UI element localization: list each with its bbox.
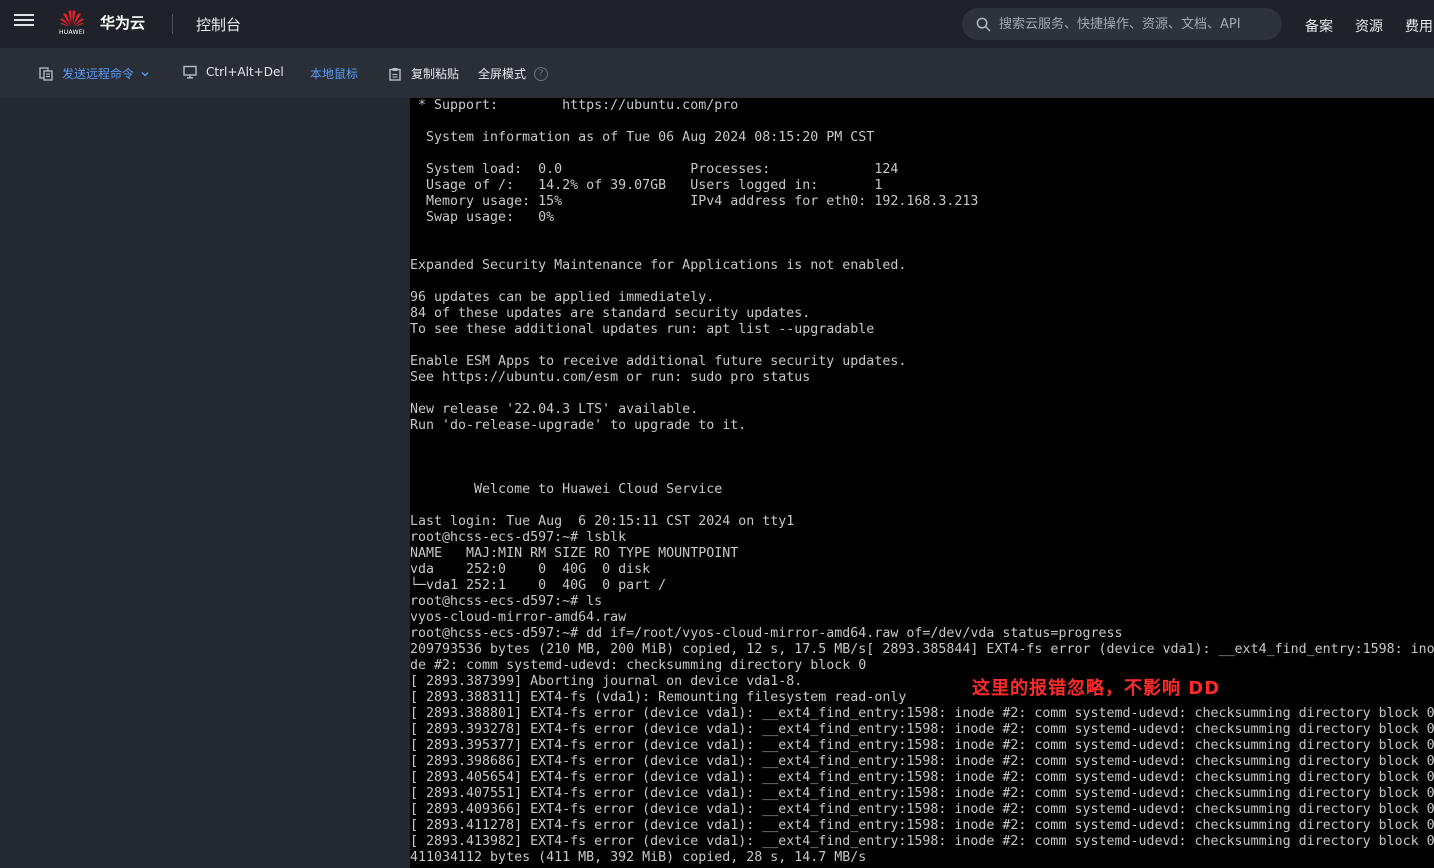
left-panel [0,98,410,868]
top-links: 备案 资源 费用 [1305,16,1433,36]
terminal-line: [ 2893.413982] EXT4-fs error (device vda… [410,834,1434,849]
ctrl-alt-del-button[interactable]: Ctrl+Alt+Del [183,65,284,79]
terminal-line: New release '22.04.3 LTS' available. [410,402,699,417]
copy-paste-label: 复制粘贴 [411,67,460,81]
terminal-line: de #2: comm systemd-udevd: checksumming … [410,658,867,673]
top-link-billing[interactable]: 费用 [1405,16,1433,36]
fullscreen-label: 全屏模式 [478,67,527,81]
send-remote-command-label: 发送远程命令 [62,67,135,81]
huawei-flower-icon [60,10,84,27]
send-remote-command-button[interactable]: 发送远程命令 [39,65,149,82]
terminal-line: Memory usage: 15% IPv4 address for eth0:… [410,194,979,209]
terminal-line: System load: 0.0 Processes: 124 [410,162,899,177]
top-link-filing[interactable]: 备案 [1305,16,1333,36]
terminal-line: [ 2893.405654] EXT4-fs error (device vda… [410,770,1434,785]
terminal-line: 411034112 bytes (411 MB, 392 MiB) copied… [410,850,867,865]
terminal-line: 209793536 bytes (210 MB, 200 MiB) copied… [410,642,1434,657]
brand-name: 华为云 [100,13,146,32]
terminal-line: 84 of these updates are standard securit… [410,306,811,321]
terminal-line: * Support: https://ubuntu.com/pro [410,98,739,113]
local-mouse-button[interactable]: 本地鼠标 [310,65,358,82]
terminal-line: └─vda1 252:1 0 40G 0 part / [410,578,667,593]
search-icon [976,17,991,31]
terminal-line: Last login: Tue Aug 6 20:15:11 CST 2024 … [410,514,795,529]
terminal-line: [ 2893.411278] EXT4-fs error (device vda… [410,818,1434,833]
remote-console-toolbar: 发送远程命令 Ctrl+Alt+Del 本地鼠标 复制粘贴 全屏模式 ? [0,48,1434,98]
chevron-down-icon [141,71,149,76]
search-input[interactable] [997,15,1277,33]
terminal-line: System information as of Tue 06 Aug 2024… [410,130,875,145]
terminal-line: 96 updates can be applied immediately. [410,290,715,305]
terminal-line: vda 252:0 0 40G 0 disk [410,562,651,577]
terminal-line: See https://ubuntu.com/esm or run: sudo … [410,370,811,385]
console-link[interactable]: 控制台 [196,14,241,35]
terminal-line: [ 2893.393278] EXT4-fs error (device vda… [410,722,1434,737]
terminal-line: To see these additional updates run: apt… [410,322,875,337]
help-icon[interactable]: ? [534,66,549,81]
huawei-logo: HUAWEI [58,8,86,36]
terminal-line: Run 'do-release-upgrade' to upgrade to i… [410,418,747,433]
monitor-icon [183,65,197,79]
terminal-line: root@hcss-ecs-d597:~# ls [410,594,603,609]
terminal-line: [ 2893.388801] EXT4-fs error (device vda… [410,706,1434,721]
brand[interactable]: HUAWEI 华为云 [58,8,145,36]
terminal-line: Welcome to Huawei Cloud Service [410,482,723,497]
terminal-line: NAME MAJ:MIN RM SIZE RO TYPE MOUNTPOINT [410,546,739,561]
top-link-resources[interactable]: 资源 [1355,16,1383,36]
copy-paste-button[interactable]: 复制粘贴 [388,65,459,82]
clipboard-icon [389,67,401,81]
terminal-line: [ 2893.395377] EXT4-fs error (device vda… [410,738,1434,753]
terminal-line: Expanded Security Maintenance for Applic… [410,258,907,273]
global-search[interactable] [962,8,1282,40]
annotation-note: 这里的报错忽略，不影响 DD [972,678,1221,699]
terminal-line: root@hcss-ecs-d597:~# dd if=/root/vyos-c… [410,626,1123,641]
local-mouse-label: 本地鼠标 [310,67,359,81]
top-navigation-bar: HUAWEI 华为云 控制台 备案 资源 费用 [0,0,1434,48]
terminal-line: [ 2893.388311] EXT4-fs (vda1): Remountin… [410,690,907,705]
terminal-line: Enable ESM Apps to receive additional fu… [410,354,907,369]
terminal-line: Usage of /: 14.2% of 39.07GB Users logge… [410,178,883,193]
terminal-line: vyos-cloud-mirror-amd64.raw [410,610,627,625]
hamburger-menu-icon[interactable] [14,14,34,32]
terminal-line: root@hcss-ecs-d597:~# lsblk [410,530,627,545]
ctrl-alt-del-label: Ctrl+Alt+Del [206,65,284,79]
terminal-line: [ 2893.409366] EXT4-fs error (device vda… [410,802,1434,817]
terminal-line: Swap usage: 0% [410,210,555,225]
terminal-line: [ 2893.407551] EXT4-fs error (device vda… [410,786,1434,801]
header-divider [172,14,173,34]
fullscreen-button[interactable]: 全屏模式 ? [478,65,549,82]
send-command-icon [39,66,53,81]
terminal-line: [ 2893.387399] Aborting journal on devic… [410,674,803,689]
terminal-screen[interactable]: * Support: https://ubuntu.com/pro System… [410,98,1434,868]
terminal-line: [ 2893.398686] EXT4-fs error (device vda… [410,754,1434,769]
logo-text: HUAWEI [59,29,85,36]
